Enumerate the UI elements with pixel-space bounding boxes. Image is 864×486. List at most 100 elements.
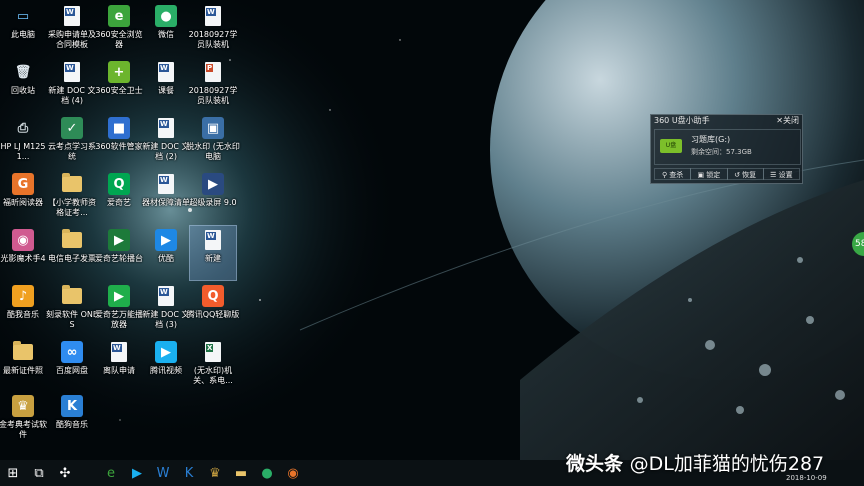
desktop-icon-label: 脱水印 (无水印电脑 (186, 142, 240, 161)
document-icon (202, 5, 224, 27)
taskbar-fan-button[interactable]: ✣ (52, 460, 78, 486)
desktop-icon-label: 器材保障清单 (142, 198, 190, 207)
document-icon (155, 173, 177, 195)
app-icon: ▶ (108, 285, 130, 307)
restore-button[interactable]: ↺ 恢复 (726, 168, 764, 180)
desktop-icon[interactable]: ▶ 腾讯视频 (143, 338, 189, 392)
app-icon: ▶ (202, 173, 224, 195)
taskbar-kugou-button[interactable]: K (176, 460, 202, 486)
desktop-icon-label: 新建 DOC 文档 (4) (48, 86, 96, 105)
usb-drive-icon: U盘 (660, 139, 682, 153)
desktop-icon[interactable]: (无水印)机关、系电... (190, 338, 236, 392)
desktop-icon[interactable]: 离队申请 (96, 338, 142, 392)
media-icon: ◉ (287, 465, 299, 481)
desktop-icon[interactable]: 采购申请单及合同模板 (48, 2, 96, 56)
document-icon (155, 117, 177, 139)
desktop-icon[interactable]: ♪ 酷我音乐 (0, 282, 46, 336)
taskbar-wechat-button[interactable]: ● (254, 460, 280, 486)
desktop-icon[interactable]: Q 腾讯QQ轻聊版 (187, 282, 239, 336)
taskbar-media-button[interactable]: ◉ (280, 460, 306, 486)
desktop-icon[interactable]: 新建 DOC 文档 (2) (142, 114, 190, 168)
restore-icon: ↺ (734, 171, 743, 179)
document-icon (155, 61, 177, 83)
app-icon: ▶ (155, 229, 177, 251)
desktop-icon-label: 【小学教师资格证考... (48, 198, 96, 217)
start-icon: ⊞ (7, 465, 19, 481)
document-icon (202, 229, 224, 251)
desktop-icon[interactable]: ⎙ HP LJ M1251... (0, 114, 46, 168)
taskbar-360-browser-button[interactable]: e (98, 460, 124, 486)
desktop-icon[interactable]: K 酷狗音乐 (49, 392, 95, 446)
tencent-video-icon: ▶ (132, 465, 142, 481)
taskbar-task-view-button[interactable]: ⧉ (26, 460, 52, 486)
desktop-icon[interactable]: ▶ 爱奇艺万能播放器 (95, 282, 143, 336)
desktop-icon[interactable]: 新建 DOC 文档 (3) (142, 282, 190, 336)
desktop-icon[interactable]: 20180927学员队装机 (189, 2, 237, 56)
desktop-icon[interactable]: 20180927学员队装机 (189, 58, 237, 112)
desktop-icon-label: 百度网盘 (56, 366, 88, 375)
desktop-icon[interactable]: e 360安全浏览器 (95, 2, 143, 56)
desktop-icon[interactable]: +360安全卫士 (95, 58, 143, 112)
desktop-icon[interactable]: ▶ 优酷 (143, 226, 189, 280)
desktop-icon-label: 新建 (205, 254, 221, 263)
desktop-icon[interactable]: 最新证件照 (0, 338, 46, 392)
desktop-icon[interactable]: ▣ 脱水印 (无水印电脑 (186, 114, 240, 168)
settings-button[interactable]: ☰ 设置 (762, 168, 800, 180)
printer-icon: ⎙ (17, 120, 29, 136)
app-icon: ▶ (108, 229, 130, 251)
app-icon: Q (108, 173, 130, 195)
desktop-icon-label: 爱奇艺万能播放器 (95, 310, 143, 329)
desktop-icon-label: 刻录软件 ONES (46, 310, 98, 329)
fan-icon: ✣ (59, 465, 71, 481)
desktop-icon-label: 离队申请 (103, 366, 135, 375)
document-icon (108, 341, 130, 363)
document-icon (61, 5, 83, 27)
desktop-icon-label: 课餐 (158, 86, 174, 95)
desktop-icon[interactable]: 新建 DOC 文档 (4) (48, 58, 96, 112)
desktop-icon-label: 优酷 (158, 254, 174, 263)
watermark: 微头条 @DL加菲猫的忧伤287 (566, 453, 825, 475)
usb-free-space: 剩余空间：57.3GB (691, 148, 752, 156)
desktop-icon[interactable]: ◉ 光影魔术手4 (0, 226, 46, 280)
wechat-icon: ● (261, 465, 273, 481)
taskbar-tencent-video-button[interactable]: ▶ (124, 460, 150, 486)
desktop-icon[interactable]: ■ 360软件管家 (95, 114, 143, 168)
desktop-icon[interactable]: ▶ 超级录屏 9.0 (189, 170, 237, 224)
desktop-icon-label: 酷我音乐 (7, 310, 39, 319)
taskbar-shirt-button[interactable]: ♛ (202, 460, 228, 486)
desktop-icon[interactable]: 课餐 (143, 58, 189, 112)
desktop-icon[interactable]: G 福昕阅读器 (0, 170, 46, 224)
desktop-icon[interactable]: ♛ 金考典考试软件 (0, 392, 47, 446)
lock-button[interactable]: ▣ 锁定 (690, 168, 728, 180)
usb-drive-entry[interactable]: U盘 习题库(G:) 剩余空间：57.3GB (654, 129, 801, 165)
taskbar-start-button[interactable]: ⊞ (0, 460, 26, 486)
desktop-icon[interactable]: ✓ 云考点学习系统 (48, 114, 96, 168)
desktop-icon-label: 超级录屏 9.0 (189, 198, 237, 207)
desktop-icon[interactable]: 【小学教师资格证考... (48, 170, 96, 224)
desktop-icon-label: 采购申请单及合同模板 (48, 30, 96, 49)
app-icon: ♪ (12, 285, 34, 307)
usb-drive-name: 习题库(G:) (691, 135, 731, 144)
desktop-icon[interactable]: 🗑 回收站 (0, 58, 46, 112)
close-button[interactable]: ✕关闭 (776, 115, 799, 127)
desktop-icon-label: 回收站 (11, 86, 35, 95)
taskbar-w-app-button[interactable]: W (150, 460, 176, 486)
desktop[interactable]: ▭ 此电脑 采购申请单及合同模板 e 360安全浏览器 ● 微信 20180927学员队装机 🗑… (0, 0, 864, 486)
computer-icon: ▭ (16, 8, 30, 24)
shirt-icon: ♛ (209, 465, 221, 481)
desktop-icon[interactable]: ● 微信 (143, 2, 189, 56)
app-icon: G (12, 173, 34, 195)
desktop-icon[interactable]: ▶ 爱奇艺轮播台 (95, 226, 143, 280)
scan-button[interactable]: ⚲ 查杀 (654, 168, 692, 180)
desktop-icon[interactable]: 电信电子发票 (48, 226, 96, 280)
desktop-icon-label: 360安全浏览器 (95, 30, 143, 49)
desktop-icon[interactable]: Q 爱奇艺 (96, 170, 142, 224)
desktop-icon[interactable]: 新建 (189, 225, 237, 281)
desktop-icon[interactable]: 刻录软件 ONES (46, 282, 98, 336)
desktop-icon-label: 微信 (158, 30, 174, 39)
desktop-icon[interactable]: ▭ 此电脑 (0, 2, 46, 56)
desktop-icon[interactable]: ∞ 百度网盘 (49, 338, 95, 392)
desktop-icon[interactable]: 器材保障清单 (142, 170, 190, 224)
taskbar-explorer-button[interactable]: ▬ (228, 460, 254, 486)
usb-helper-header: 360 U盘小助手 ✕关闭 (651, 115, 802, 127)
